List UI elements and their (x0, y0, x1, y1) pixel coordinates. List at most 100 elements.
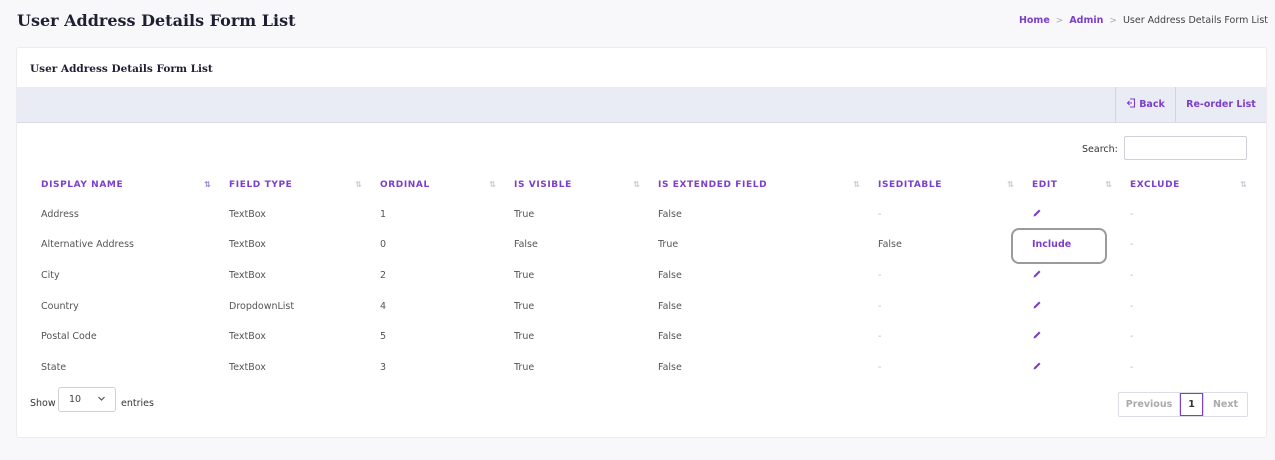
exclude-cell: - (1130, 208, 1134, 220)
show-label: Show (30, 398, 56, 409)
is-extended-cell: False (658, 300, 682, 312)
edit-cell (1021, 199, 1119, 230)
exclude-cell: - (1130, 239, 1134, 251)
previous-page-button[interactable]: Previous (1119, 393, 1180, 416)
iseditable-cell: - (878, 331, 882, 343)
back-button[interactable]: Back (1115, 87, 1175, 122)
is-extended-cell: False (658, 331, 682, 343)
table-row: Address TextBox 1 True False - - (30, 199, 1254, 230)
field-type-cell: TextBox (229, 239, 266, 251)
breadcrumb-current: User Address Details Form List (1122, 15, 1268, 26)
column-header-is-visible[interactable]: IS VISIBLE ⇅ (503, 171, 647, 199)
fields-table: DISPLAY NAME ⇅ FIELD TYPE ⇅ ORDINAL ⇅ IS VI… (30, 171, 1254, 383)
field-type-cell: TextBox (229, 361, 266, 373)
ordinal-cell: 3 (380, 361, 387, 373)
ordinal-cell: 4 (380, 300, 387, 312)
iseditable-cell: - (878, 361, 882, 373)
column-header-field-type[interactable]: FIELD TYPE ⇅ (218, 171, 369, 199)
is-extended-cell: False (658, 208, 682, 220)
is-visible-cell: True (514, 361, 535, 373)
table-row: Country DropdownList 4 True False - - (30, 291, 1254, 322)
ordinal-cell: 1 (380, 208, 387, 220)
entries-length-select[interactable]: 10 (58, 387, 116, 412)
field-type-cell: TextBox (229, 208, 266, 220)
toolbar: Back Re-order List (17, 87, 1266, 123)
next-page-button[interactable]: Next (1203, 393, 1247, 416)
ordinal-cell: 5 (380, 331, 387, 343)
card-title: User Address Details Form List (30, 63, 213, 75)
reorder-list-button[interactable]: Re-order List (1175, 87, 1266, 122)
column-header-edit[interactable]: EDIT ⇅ (1021, 171, 1119, 199)
edit-pencil-icon[interactable] (1032, 361, 1042, 371)
pagination: Previous 1 Next (1118, 392, 1248, 417)
breadcrumb-admin-link[interactable]: Admin (1069, 15, 1103, 26)
field-type-cell: DropdownList (229, 300, 295, 312)
edit-pencil-icon[interactable] (1032, 300, 1042, 310)
page-title: User Address Details Form List (17, 11, 296, 30)
page-header: User Address Details Form List Home > Ad… (0, 0, 1275, 44)
edit-pencil-icon[interactable] (1032, 269, 1042, 279)
sort-asc-icon: ⇅ (204, 180, 211, 189)
column-header-iseditable[interactable]: ISEDITABLE ⇅ (867, 171, 1021, 199)
column-header-ordinal[interactable]: ORDINAL ⇅ (369, 171, 503, 199)
column-header-is-extended-field[interactable]: IS EXTENDED FIELD ⇅ (647, 171, 867, 199)
is-extended-cell: False (658, 361, 682, 373)
include-link[interactable]: Include (1032, 239, 1071, 250)
sort-icon: ⇅ (1105, 180, 1112, 189)
is-extended-cell: False (658, 269, 682, 281)
exclude-cell: - (1130, 331, 1134, 343)
entries-label: entries (121, 398, 154, 409)
iseditable-cell: - (878, 300, 882, 312)
sort-icon: ⇅ (355, 180, 362, 189)
breadcrumb-separator: > (1055, 15, 1064, 26)
back-button-label: Back (1139, 99, 1165, 110)
table-row: City TextBox 2 True False - - (30, 260, 1254, 291)
table-row: Alternative Address TextBox 0 False True Fals… (30, 230, 1254, 261)
entries-length-value: 10 (69, 394, 82, 405)
is-visible-cell: True (514, 300, 535, 312)
is-visible-cell: False (514, 239, 538, 251)
column-header-display-name[interactable]: DISPLAY NAME ⇅ (30, 171, 218, 199)
iseditable-cell: - (878, 208, 882, 220)
edit-cell (1021, 321, 1119, 352)
display-name-cell: State (41, 361, 67, 373)
list-card: User Address Details Form List Back Re-o… (16, 47, 1267, 438)
edit-cell (1021, 291, 1119, 322)
page-1-button[interactable]: 1 (1180, 393, 1203, 416)
breadcrumb-home-link[interactable]: Home (1019, 15, 1050, 26)
display-name-cell: Address (41, 208, 79, 220)
field-type-cell: TextBox (229, 269, 266, 281)
breadcrumb-separator: > (1109, 15, 1117, 26)
edit-cell (1021, 260, 1119, 291)
edit-pencil-icon[interactable] (1032, 330, 1042, 340)
sort-icon: ⇅ (1007, 180, 1014, 189)
ordinal-cell: 2 (380, 269, 387, 281)
table-row: State TextBox 3 True False - - (30, 352, 1254, 383)
exclude-cell: - (1130, 300, 1134, 312)
exclude-cell: - (1130, 269, 1134, 281)
chevron-down-icon (97, 394, 106, 406)
is-extended-cell: True (658, 239, 679, 251)
sort-icon: ⇅ (853, 180, 860, 189)
sort-icon: ⇅ (489, 180, 496, 189)
display-name-cell: Country (41, 300, 79, 312)
iseditable-cell: - (878, 269, 882, 281)
column-header-exclude[interactable]: EXCLUDE ⇅ (1119, 171, 1254, 199)
is-visible-cell: True (514, 208, 535, 220)
table-row: Postal Code TextBox 5 True False - - (30, 321, 1254, 352)
field-type-cell: TextBox (229, 331, 266, 343)
iseditable-cell: False (878, 239, 902, 251)
search-input[interactable] (1124, 136, 1247, 160)
edit-cell: Include (1021, 230, 1119, 261)
sort-icon: ⇅ (633, 180, 640, 189)
is-visible-cell: True (514, 269, 535, 281)
back-icon (1126, 98, 1136, 111)
is-visible-cell: True (514, 331, 535, 343)
ordinal-cell: 0 (380, 239, 387, 251)
table-header-row: DISPLAY NAME ⇅ FIELD TYPE ⇅ ORDINAL ⇅ IS VI… (30, 171, 1254, 199)
sort-icon: ⇅ (1240, 180, 1247, 189)
search-label: Search: (1082, 144, 1118, 155)
display-name-cell: City (41, 269, 60, 281)
breadcrumb: Home > Admin > User Address Details Form… (1019, 15, 1268, 26)
edit-pencil-icon[interactable] (1032, 208, 1042, 218)
